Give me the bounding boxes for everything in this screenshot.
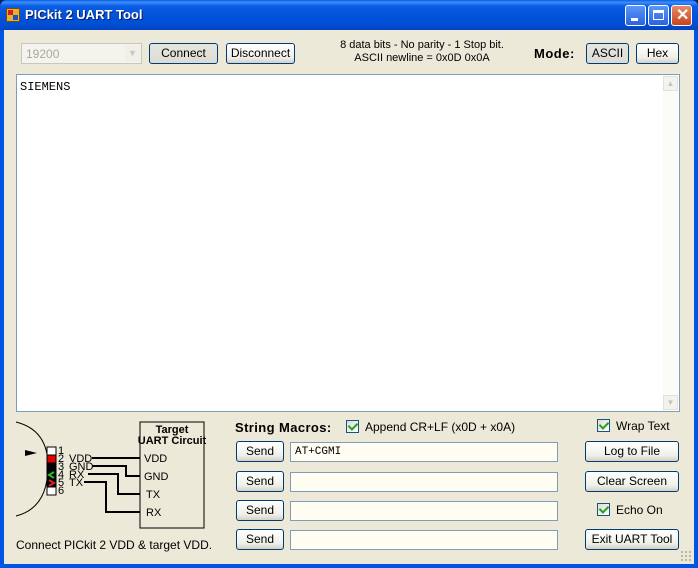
baud-rate-value: 19200 — [26, 47, 60, 61]
pin-3 — [46, 462, 57, 472]
string-macros-label: String Macros: — [235, 420, 332, 435]
minimize-icon — [631, 18, 638, 21]
echo-on-checkbox[interactable] — [597, 503, 610, 516]
pin1-arrow-icon — [25, 450, 37, 456]
target-pin-vdd: VDD — [144, 453, 167, 465]
close-icon: ✕ — [676, 7, 690, 24]
terminal-output[interactable]: SIEMENS ▲ ▼ — [16, 74, 680, 412]
maximize-icon — [653, 10, 664, 20]
send-button-4[interactable]: Send — [236, 529, 284, 550]
macro-input-4[interactable] — [290, 530, 558, 550]
mode-label: Mode: — [534, 46, 575, 61]
append-crlf-checkbox[interactable] — [346, 420, 359, 433]
exit-uart-tool-button[interactable]: Exit UART Tool — [585, 529, 679, 550]
terminal-text: SIEMENS — [20, 80, 71, 94]
window-title: PICkit 2 UART Tool — [25, 7, 143, 22]
pin-2 — [46, 454, 57, 464]
target-pin-tx: TX — [146, 489, 161, 501]
chevron-down-icon[interactable]: ▼ — [125, 45, 140, 62]
chevron-down-icon: ▼ — [666, 398, 675, 407]
pin-name-tx: TX — [69, 477, 84, 489]
vertical-scrollbar[interactable]: ▲ ▼ — [663, 76, 678, 410]
macro-input-1[interactable]: AT+CGMI — [290, 442, 558, 462]
wires — [84, 457, 140, 513]
pin-1 — [46, 446, 57, 456]
echo-on-label: Echo On — [616, 503, 663, 517]
scroll-up-button[interactable]: ▲ — [663, 76, 678, 91]
maximize-button[interactable] — [648, 5, 669, 26]
connection-hint: Connect PICkit 2 VDD & target VDD. — [16, 538, 213, 552]
pickit-outline — [15, 421, 49, 517]
resize-grip[interactable] — [680, 550, 692, 562]
target-pin-gnd: GND — [144, 471, 169, 483]
minimize-button[interactable] — [625, 5, 646, 26]
send-button-3[interactable]: Send — [236, 500, 284, 521]
macro-input-3[interactable] — [290, 501, 558, 521]
serial-info: 8 data bits - No parity - 1 Stop bit. AS… — [322, 39, 522, 65]
clear-screen-button[interactable]: Clear Screen — [585, 471, 679, 492]
app-icon — [6, 8, 20, 22]
main-window: PICkit 2 UART Tool ✕ 19200 ▼ Connect Dis… — [0, 0, 698, 568]
ascii-mode-button[interactable]: ASCII — [586, 43, 629, 64]
pin-num-6: 6 — [58, 485, 64, 497]
connection-diagram: 1 2 3 4 5 6 VDD GND RX TX Target UART Ci… — [15, 421, 207, 529]
wire-tx-rx — [84, 481, 140, 513]
pin-header — [46, 446, 57, 496]
wrap-text-label: Wrap Text — [616, 419, 670, 433]
client-area: 19200 ▼ Connect Disconnect 8 data bits -… — [4, 30, 694, 564]
target-title-2: UART Circuit — [138, 435, 207, 447]
pin-6 — [46, 486, 57, 496]
hex-mode-button[interactable]: Hex — [636, 43, 679, 64]
macro-input-2[interactable] — [290, 472, 558, 492]
disconnect-button[interactable]: Disconnect — [226, 43, 295, 64]
baud-rate-select[interactable]: 19200 ▼ — [21, 43, 142, 64]
chevron-up-icon: ▲ — [666, 79, 675, 88]
scroll-down-button[interactable]: ▼ — [663, 395, 678, 410]
serial-info-line1: 8 data bits - No parity - 1 Stop bit. — [340, 39, 504, 51]
title-bar[interactable]: PICkit 2 UART Tool ✕ — [0, 0, 698, 30]
append-crlf-label: Append CR+LF (x0D + x0A) — [365, 420, 516, 434]
log-to-file-button[interactable]: Log to File — [585, 441, 679, 462]
send-button-2[interactable]: Send — [236, 471, 284, 492]
close-button[interactable]: ✕ — [671, 5, 692, 26]
serial-info-line2: ASCII newline = 0x0D 0x0A — [354, 52, 490, 64]
wrap-text-checkbox[interactable] — [597, 419, 610, 432]
target-pin-rx: RX — [146, 507, 162, 519]
connect-button[interactable]: Connect — [149, 43, 218, 64]
send-button-1[interactable]: Send — [236, 441, 284, 462]
